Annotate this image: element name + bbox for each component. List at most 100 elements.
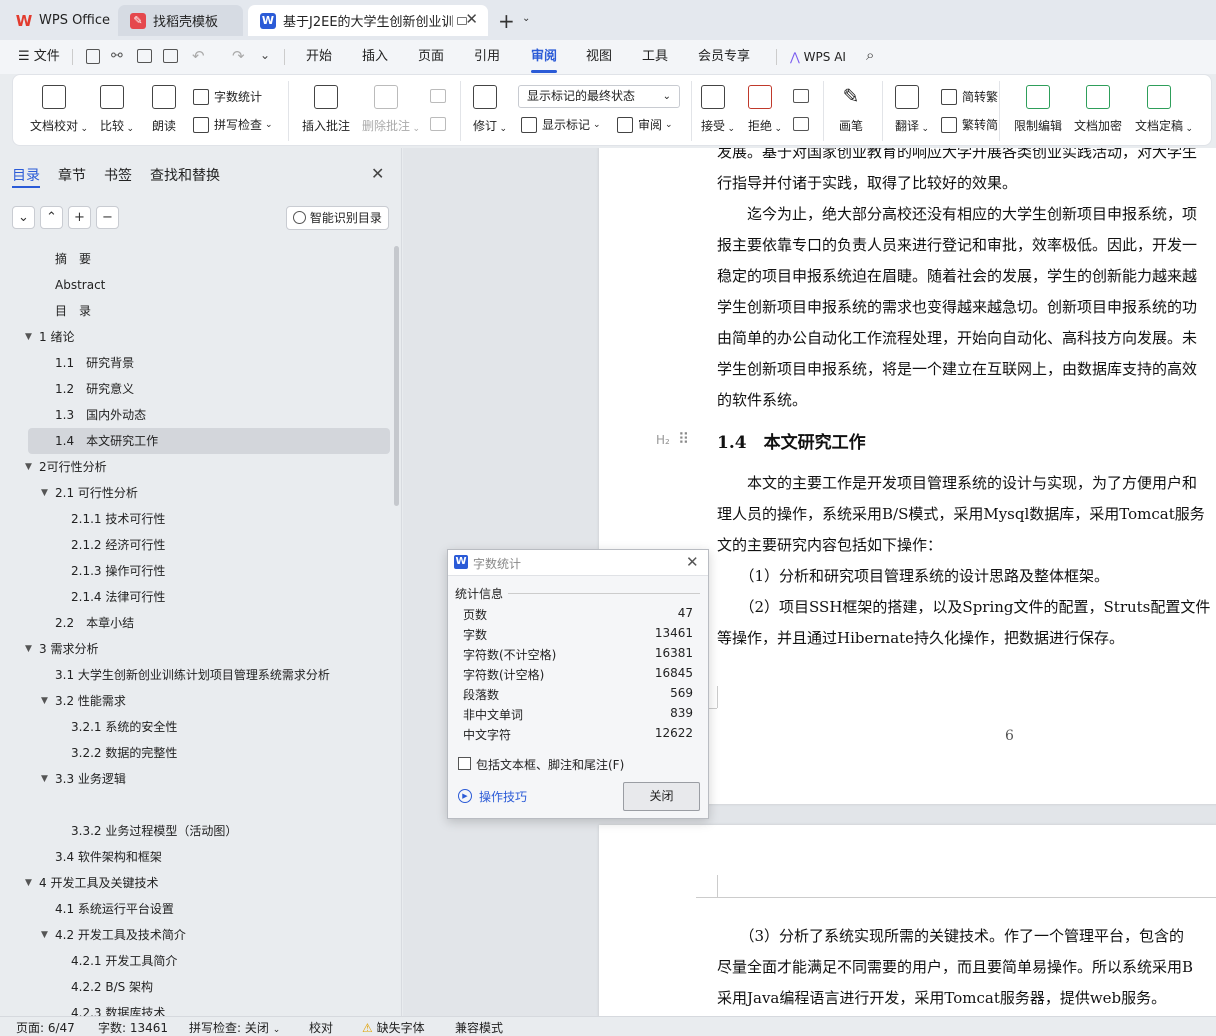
tab-list-chevron-icon[interactable]: ⌄	[522, 13, 530, 24]
share-link-icon[interactable]: ⚯	[111, 48, 123, 64]
reject-button[interactable]: 拒绝 ⌄	[748, 85, 782, 134]
nav-tab-toc[interactable]: 目录	[12, 165, 40, 185]
save-icon[interactable]	[86, 49, 100, 64]
toc-item[interactable]: 4.2.1 开发工具简介	[0, 948, 392, 974]
insert-comment-button[interactable]: 插入批注	[302, 85, 350, 134]
toc-item[interactable]: 3.3.2 业务过程模型（活动图）	[0, 818, 392, 844]
to-simplified-button[interactable]: 繁转简	[941, 116, 998, 133]
menu-tab-insert[interactable]: 插入	[362, 40, 388, 74]
menu-tab-page[interactable]: 页面	[418, 40, 444, 74]
toc-item[interactable]: ▼ 3.3 业务逻辑	[0, 766, 392, 792]
menu-tab-start[interactable]: 开始	[306, 40, 332, 74]
menu-tab-member[interactable]: 会员专享	[698, 40, 750, 74]
status-words[interactable]: 字数: 13461	[98, 1019, 168, 1036]
smart-toc-button[interactable]: 智能识别目录	[286, 206, 389, 230]
toc-item[interactable]: ▼ 3 需求分析	[0, 636, 392, 662]
new-tab-icon[interactable]: +	[498, 9, 515, 33]
expand-arrow-icon[interactable]: ▼	[25, 324, 32, 350]
read-aloud-button[interactable]: 朗读	[152, 85, 176, 134]
toc-item[interactable]: ▼ 2.1 可行性分析	[0, 480, 392, 506]
close-pane-icon[interactable]: ✕	[371, 164, 384, 183]
status-spell-check[interactable]: 拼写检查: 关闭 ⌄	[189, 1019, 280, 1036]
tab-current-document[interactable]: W 基于J2EE的大学生创新创业训 ✕	[248, 5, 488, 36]
toc-item[interactable]: 1.3 国内外动态	[0, 402, 392, 428]
dialog-close-icon[interactable]: ✕	[686, 553, 699, 571]
expand-arrow-icon[interactable]: ▼	[25, 454, 32, 480]
toc-item[interactable]: ▼ 4 开发工具及关键技术	[0, 870, 392, 896]
toc-item[interactable]: 2.2 本章小结	[0, 610, 392, 636]
track-changes-button[interactable]: 修订 ⌄	[473, 85, 507, 134]
translate-button[interactable]: 翻译 ⌄	[895, 85, 929, 134]
tips-link[interactable]: 操作技巧	[479, 788, 527, 805]
search-icon[interactable]: ⌕	[866, 46, 874, 64]
expand-up-button[interactable]: ⌃	[40, 206, 63, 229]
toc-item[interactable]: ▼ 2可行性分析	[0, 454, 392, 480]
dialog-close-button[interactable]: 关闭	[623, 782, 700, 811]
nav-tab-find-replace[interactable]: 查找和替换	[150, 165, 220, 185]
toc-item[interactable]: 4.1 系统运行平台设置	[0, 896, 392, 922]
encrypt-button[interactable]: 文档加密	[1074, 85, 1122, 134]
expand-arrow-icon[interactable]: ▼	[41, 766, 48, 792]
status-page[interactable]: 页面: 6/47	[16, 1019, 75, 1036]
nav-tab-bookmarks[interactable]: 书签	[104, 165, 132, 185]
review-pane-button[interactable]: 审阅 ⌄	[617, 116, 673, 133]
toc-item[interactable]: 3.4 软件架构和框架	[0, 844, 392, 870]
spell-check-button[interactable]: 拼写检查 ⌄	[193, 116, 273, 133]
quick-access-chevron-icon[interactable]: ⌄	[260, 48, 270, 62]
toc-item[interactable]: 2.1.1 技术可行性	[0, 506, 392, 532]
nav-tab-sections[interactable]: 章节	[58, 165, 86, 185]
status-missing-font[interactable]: ⚠ 缺失字体	[362, 1019, 425, 1036]
accept-button[interactable]: 接受 ⌄	[701, 85, 735, 134]
expand-arrow-icon[interactable]: ▼	[25, 636, 32, 662]
tab-wps-office[interactable]: W WPS Office	[4, 5, 116, 36]
to-traditional-button[interactable]: 简转繁	[941, 88, 998, 105]
toc-item[interactable]: 2.1.3 操作可行性	[0, 558, 392, 584]
collapse-all-button[interactable]: ⌄	[12, 206, 35, 229]
print-icon[interactable]	[137, 49, 152, 63]
undo-icon[interactable]: ↶	[192, 47, 205, 65]
toc-item[interactable]: ▼ 4.2 开发工具及技术简介	[0, 922, 392, 948]
toc-item[interactable]: Abstract	[0, 272, 392, 298]
remove-heading-button[interactable]: −	[96, 206, 119, 229]
expand-arrow-icon[interactable]: ▼	[41, 480, 48, 506]
toc-item[interactable]: 3.1 大学生创新创业训练计划项目管理系统需求分析	[0, 662, 392, 688]
expand-arrow-icon[interactable]: ▼	[25, 870, 32, 896]
toc-item[interactable]: ▼ 1 绪论	[0, 324, 392, 350]
wps-ai-button[interactable]: ⋀ WPS AI	[790, 40, 846, 74]
toc-item[interactable]: 2.1.2 经济可行性	[0, 532, 392, 558]
previous-change-icon[interactable]	[793, 89, 809, 103]
file-menu[interactable]: ☰ 文件	[18, 40, 60, 74]
menu-tab-view[interactable]: 视图	[586, 40, 612, 74]
next-comment-icon[interactable]	[430, 117, 446, 131]
redo-icon[interactable]: ↷	[232, 47, 245, 65]
toc-scrollbar[interactable]	[394, 246, 399, 506]
proofread-button[interactable]: 文档校对 ⌄	[30, 85, 88, 134]
include-textbox-checkbox[interactable]	[458, 757, 471, 770]
toc-item[interactable]: 4.2.2 B/S 架构	[0, 974, 392, 1000]
add-heading-button[interactable]: +	[68, 206, 91, 229]
delete-comment-button[interactable]: 删除批注 ⌄	[362, 85, 420, 134]
toc-item[interactable]: 3.2.1 系统的安全性	[0, 714, 392, 740]
tab-docer-templates[interactable]: ✎ 找稻壳模板	[118, 5, 243, 36]
print-preview-icon[interactable]	[163, 49, 178, 63]
toc-item[interactable]: 1.2 研究意义	[0, 376, 392, 402]
drag-handle-icon[interactable]: ⠿	[678, 430, 689, 448]
restrict-editing-button[interactable]: 限制编辑	[1014, 85, 1062, 134]
pen-button[interactable]: ✎ 画笔	[839, 85, 863, 134]
markup-state-select[interactable]: 显示标记的最终状态 ⌄	[518, 85, 680, 108]
status-proof[interactable]: 校对	[309, 1019, 333, 1036]
menu-tab-review[interactable]: 审阅	[531, 40, 557, 74]
toc-item[interactable]: 目 录	[0, 298, 392, 324]
previous-comment-icon[interactable]	[430, 89, 446, 103]
toc-item[interactable]: 1.1 研究背景	[0, 350, 392, 376]
next-change-icon[interactable]	[793, 117, 809, 131]
expand-arrow-icon[interactable]: ▼	[41, 922, 48, 948]
menu-tab-tools[interactable]: 工具	[642, 40, 668, 74]
word-count-button[interactable]: 字数统计	[193, 88, 262, 105]
toc-item[interactable]: 3.2.2 数据的完整性	[0, 740, 392, 766]
show-markup-button[interactable]: 显示标记 ⌄	[521, 116, 601, 133]
expand-arrow-icon[interactable]: ▼	[41, 688, 48, 714]
toc-item[interactable]: 1.4 本文研究工作	[28, 428, 390, 454]
toc-item[interactable]	[0, 792, 392, 818]
close-tab-icon[interactable]: ✕	[465, 10, 478, 28]
